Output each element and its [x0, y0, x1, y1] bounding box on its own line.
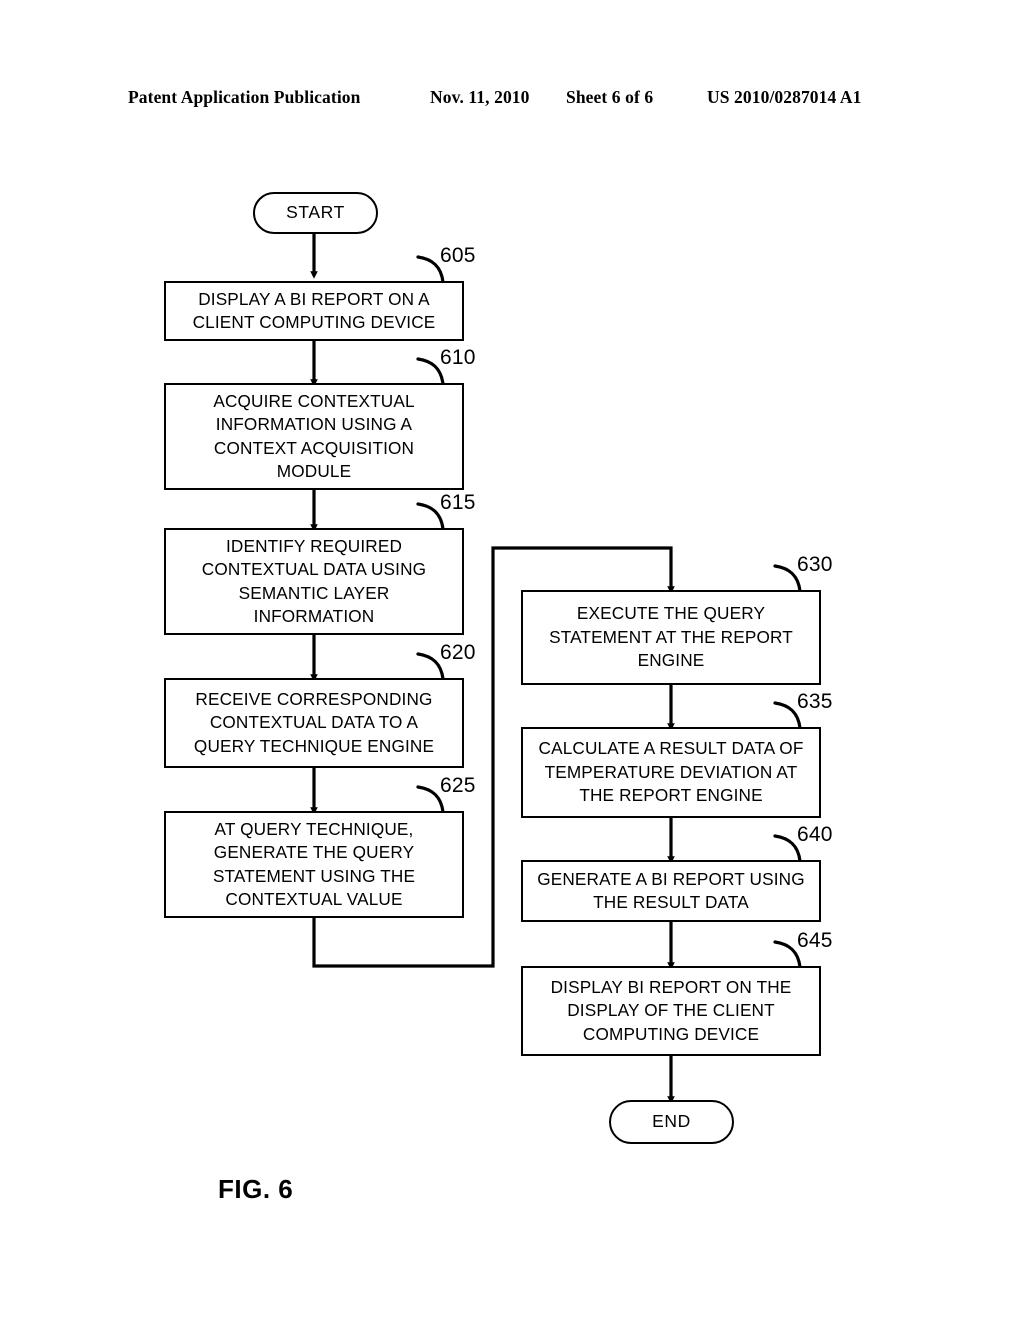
flowchart-node-start-label: START — [286, 202, 345, 223]
flowchart-node-625: AT QUERY TECHNIQUE, GENERATE THE QUERY S… — [164, 811, 464, 918]
flowchart-node-630: EXECUTE THE QUERY STATEMENT AT THE REPOR… — [521, 590, 821, 685]
reference-numeral-615: 615 — [440, 491, 476, 514]
flowchart-node-605-label: DISPLAY A BI REPORT ON A CLIENT COMPUTIN… — [192, 288, 436, 333]
flowchart-diagram: START END DISPLAY A BI REPORT ON A CLIEN… — [0, 0, 1024, 1320]
flowchart-node-start: START — [253, 192, 378, 234]
flowchart-node-610: ACQUIRE CONTEXTUAL INFORMATION USING A C… — [164, 383, 464, 490]
figure-caption: FIG. 6 — [218, 1174, 294, 1204]
reference-numeral-610: 610 — [440, 346, 476, 369]
flowchart-node-630-label: EXECUTE THE QUERY STATEMENT AT THE REPOR… — [549, 603, 793, 671]
flowchart-node-615: IDENTIFY REQUIRED CONTEXTUAL DATA USING … — [164, 528, 464, 635]
flowchart-node-end: END — [609, 1100, 734, 1144]
flowchart-node-625-label: AT QUERY TECHNIQUE, GENERATE THE QUERY S… — [212, 818, 416, 910]
reference-numeral-635: 635 — [797, 690, 833, 713]
flowchart-node-615-label: IDENTIFY REQUIRED CONTEXTUAL DATA USING … — [201, 535, 427, 627]
reference-numeral-630: 630 — [797, 553, 833, 576]
flowchart-node-645: DISPLAY BI REPORT ON THE DISPLAY OF THE … — [521, 966, 821, 1056]
flowchart-node-635-label: CALCULATE A RESULT DATA OF TEMPERATURE D… — [538, 738, 804, 806]
flowchart-node-620: RECEIVE CORRESPONDING CONTEXTUAL DATA TO… — [164, 678, 464, 768]
reference-numeral-605: 605 — [440, 244, 476, 267]
reference-numeral-645: 645 — [797, 929, 833, 952]
flowchart-node-end-label: END — [652, 1111, 691, 1132]
reference-numeral-625: 625 — [440, 774, 476, 797]
flowchart-node-620-label: RECEIVE CORRESPONDING CONTEXTUAL DATA TO… — [193, 688, 435, 756]
flowchart-node-645-label: DISPLAY BI REPORT ON THE DISPLAY OF THE … — [550, 976, 792, 1044]
reference-numeral-640: 640 — [797, 823, 833, 846]
reference-numeral-620: 620 — [440, 641, 476, 664]
flowchart-node-605: DISPLAY A BI REPORT ON A CLIENT COMPUTIN… — [164, 281, 464, 341]
flowchart-node-640: GENERATE A BI REPORT USING THE RESULT DA… — [521, 860, 821, 922]
flowchart-node-635: CALCULATE A RESULT DATA OF TEMPERATURE D… — [521, 727, 821, 818]
flowchart-node-640-label: GENERATE A BI REPORT USING THE RESULT DA… — [537, 868, 805, 913]
flowchart-connectors — [310, 234, 802, 1104]
flowchart-node-610-label: ACQUIRE CONTEXTUAL INFORMATION USING A C… — [213, 390, 415, 482]
